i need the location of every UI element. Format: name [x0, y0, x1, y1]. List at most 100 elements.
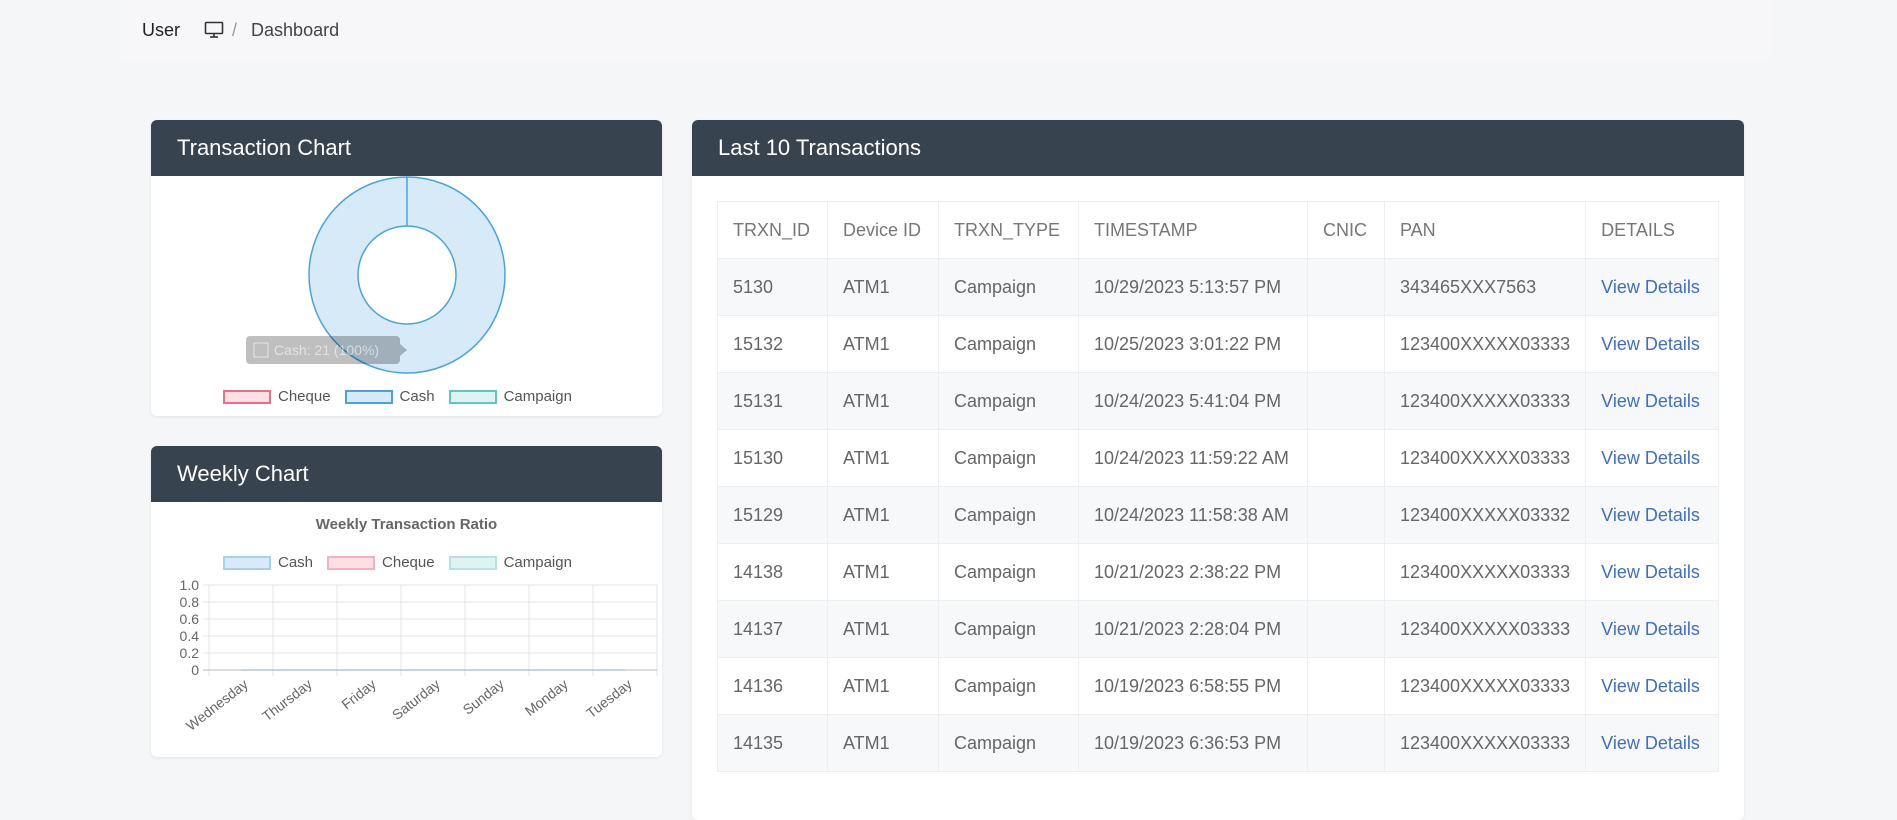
table-row: 5130 ATM1 Campaign 10/29/2023 5:13:57 PM 343…: [717, 258, 1719, 316]
weekly-chart-card: Weekly Chart Weekly Transaction Ratio Ca…: [151, 446, 662, 757]
cell-details: View Details: [1585, 315, 1719, 373]
cell-trxn-type: Campaign: [938, 372, 1079, 430]
legend-label-cheque: Cheque: [278, 388, 331, 405]
x-tick-label: Saturday: [389, 676, 443, 723]
column-header-trxn-id[interactable]: TRXN_ID: [717, 201, 828, 259]
cell-trxn-type: Campaign: [938, 543, 1079, 601]
y-tick-label: 0.8: [180, 594, 200, 610]
cell-trxn-type: Campaign: [938, 429, 1079, 487]
transaction-doughnut-chart[interactable]: Cash: 21 (100%): [151, 176, 662, 416]
cell-trxn-id: 15132: [717, 315, 828, 373]
column-header-trxn-type[interactable]: TRXN_TYPE: [938, 201, 1079, 259]
table-row: 15130 ATM1 Campaign 10/24/2023 11:59:22 AM 1…: [717, 429, 1719, 487]
y-tick-label: 0.2: [180, 645, 200, 661]
weekly-line-chart[interactable]: 1.00.80.60.40.20Wednesday Thursday Friday S…: [151, 502, 662, 757]
cell-device-id: ATM1: [827, 258, 939, 316]
legend-label-campaign: Campaign: [503, 388, 572, 405]
weekly-chart-area: Weekly Transaction Ratio Cash Cheque Cam…: [151, 502, 662, 757]
cell-details: View Details: [1585, 429, 1719, 487]
cell-device-id: ATM1: [827, 315, 939, 373]
table-row: 15131 ATM1 Campaign 10/24/2023 5:41:04 PM 12…: [717, 372, 1719, 430]
column-header-timestamp[interactable]: TIMESTAMP: [1078, 201, 1308, 259]
cell-cnic: [1307, 714, 1385, 772]
legend-label-cash: Cash: [399, 388, 435, 405]
view-details-link[interactable]: View Details: [1601, 676, 1700, 696]
cell-pan: 123400XXXXX03333: [1383, 315, 1587, 373]
transaction-chart-card: Transaction Chart Cash: 21 (100%) Cheque: [151, 120, 662, 416]
table-row: 14137 ATM1 Campaign 10/21/2023 2:28:04 PM 12…: [717, 600, 1719, 658]
cell-cnic: [1307, 657, 1385, 715]
view-details-link[interactable]: View Details: [1601, 619, 1700, 639]
monitor-icon[interactable]: [204, 21, 224, 39]
cell-pan: 123400XXXXX03333: [1383, 657, 1587, 715]
cell-trxn-type: Campaign: [938, 657, 1079, 715]
column-header-cnic[interactable]: CNIC: [1307, 201, 1385, 259]
transactions-table: TRXN_ID Device ID TRXN_TYPE TIMESTAMP CN…: [717, 201, 1719, 772]
cell-timestamp: 10/19/2023 6:58:55 PM: [1078, 657, 1308, 715]
x-tick-label: Sunday: [460, 676, 507, 718]
cell-timestamp: 10/21/2023 2:28:04 PM: [1078, 600, 1308, 658]
x-tick-label: Thursday: [259, 676, 315, 725]
cell-timestamp: 10/24/2023 11:59:22 AM: [1078, 429, 1308, 487]
last-transactions-title: Last 10 Transactions: [692, 120, 1744, 176]
cell-pan: 123400XXXXX03333: [1383, 429, 1587, 487]
user-label[interactable]: User: [142, 20, 180, 41]
legend-swatch-cheque: [223, 389, 271, 404]
table-row: 14138 ATM1 Campaign 10/21/2023 2:38:22 PM 12…: [717, 543, 1719, 601]
column-header-pan[interactable]: PAN: [1383, 201, 1587, 259]
cell-device-id: ATM1: [827, 657, 939, 715]
column-header-details[interactable]: DETAILS: [1585, 201, 1719, 259]
transaction-doughnut-area: Cash: 21 (100%) Cheque Cash Campaign: [151, 176, 662, 416]
breadcrumb-separator: /: [232, 19, 238, 40]
cell-cnic: [1307, 429, 1385, 487]
view-details-link[interactable]: View Details: [1601, 334, 1700, 354]
cell-cnic: [1307, 543, 1385, 601]
cell-timestamp: 10/21/2023 2:38:22 PM: [1078, 543, 1308, 601]
cell-device-id: ATM1: [827, 600, 939, 658]
view-details-link[interactable]: View Details: [1601, 505, 1700, 525]
table-row: 14136 ATM1 Campaign 10/19/2023 6:58:55 PM 12…: [717, 657, 1719, 715]
doughnut-tooltip: Cash: 21 (100%): [246, 336, 407, 364]
cell-pan: 343465XXX7563: [1383, 258, 1587, 316]
cell-trxn-type: Campaign: [938, 486, 1079, 544]
table-row: 14135 ATM1 Campaign 10/19/2023 6:36:53 PM 12…: [717, 714, 1719, 772]
cell-trxn-type: Campaign: [938, 315, 1079, 373]
cell-details: View Details: [1585, 486, 1719, 544]
legend-item-cash[interactable]: Cash: [344, 388, 435, 405]
cell-details: View Details: [1585, 714, 1719, 772]
cell-trxn-id: 14138: [717, 543, 828, 601]
transaction-chart-title: Transaction Chart: [151, 120, 662, 176]
cell-pan: 123400XXXXX03333: [1383, 372, 1587, 430]
table-header-row: TRXN_ID Device ID TRXN_TYPE TIMESTAMP CN…: [717, 201, 1719, 259]
x-tick-label: Monday: [522, 676, 571, 719]
column-header-device-id[interactable]: Device ID: [827, 201, 939, 259]
x-tick-label: Friday: [338, 676, 379, 713]
cell-trxn-type: Campaign: [938, 600, 1079, 658]
view-details-link[interactable]: View Details: [1601, 733, 1700, 753]
view-details-link[interactable]: View Details: [1601, 391, 1700, 411]
cell-cnic: [1307, 372, 1385, 430]
cell-device-id: ATM1: [827, 429, 939, 487]
view-details-link[interactable]: View Details: [1601, 448, 1700, 468]
cell-timestamp: 10/24/2023 5:41:04 PM: [1078, 372, 1308, 430]
cell-details: View Details: [1585, 657, 1719, 715]
legend-item-campaign[interactable]: Campaign: [448, 388, 572, 405]
cell-trxn-id: 5130: [717, 258, 828, 316]
cell-trxn-id: 15129: [717, 486, 828, 544]
cell-pan: 123400XXXXX03333: [1383, 600, 1587, 658]
view-details-link[interactable]: View Details: [1601, 562, 1700, 582]
y-tick-label: 0.4: [180, 628, 200, 644]
cell-timestamp: 10/24/2023 11:58:38 AM: [1078, 486, 1308, 544]
cell-device-id: ATM1: [827, 372, 939, 430]
y-tick-label: 0: [191, 662, 199, 678]
legend-item-cheque[interactable]: Cheque: [223, 388, 331, 405]
cell-details: View Details: [1585, 372, 1719, 430]
view-details-link[interactable]: View Details: [1601, 277, 1700, 297]
cell-pan: 123400XXXXX03333: [1383, 543, 1587, 601]
cell-details: View Details: [1585, 258, 1719, 316]
cell-trxn-id: 14136: [717, 657, 828, 715]
last-transactions-card: Last 10 Transactions TRXN_ID Device ID T…: [692, 120, 1744, 820]
cell-details: View Details: [1585, 600, 1719, 658]
cell-cnic: [1307, 258, 1385, 316]
cell-pan: 123400XXXXX03332: [1383, 486, 1587, 544]
